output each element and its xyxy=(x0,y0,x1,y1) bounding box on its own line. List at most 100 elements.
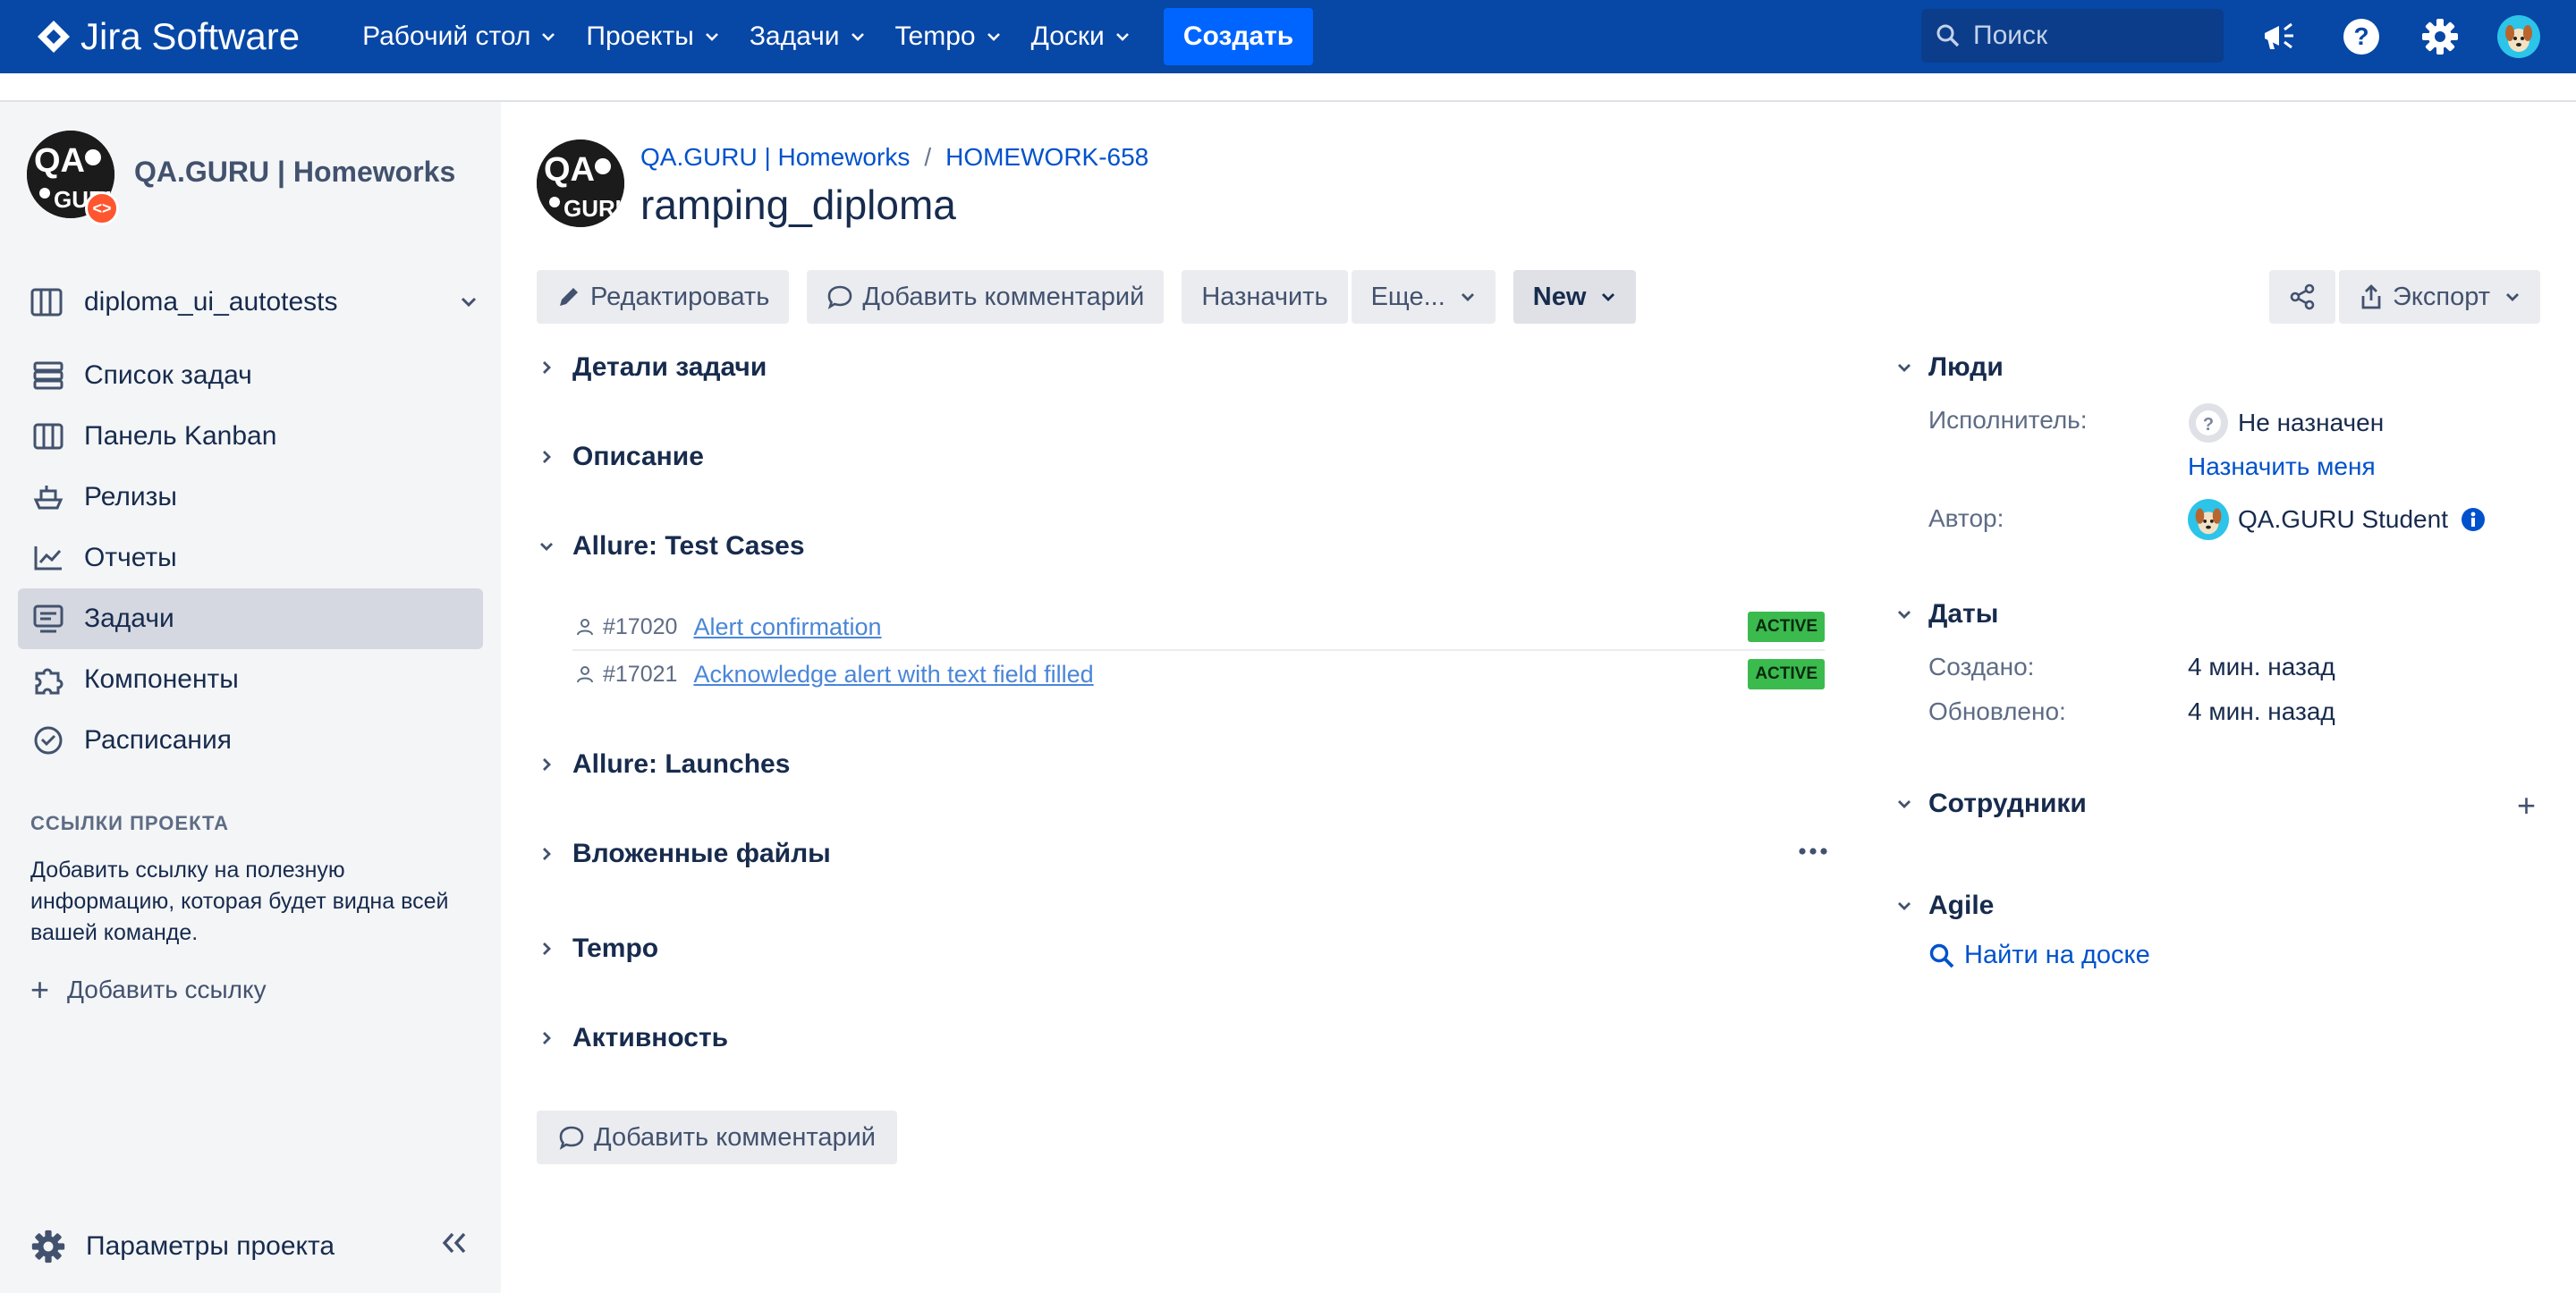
section-title: Allure: Launches xyxy=(572,749,791,779)
status-badge: ACTIVE xyxy=(1748,612,1825,642)
add-staff-plus-icon[interactable]: + xyxy=(2517,787,2536,824)
avatar xyxy=(2188,499,2229,540)
section-title: Активность xyxy=(572,1023,729,1052)
chevron-down-icon xyxy=(1898,364,1911,372)
assignee-label: Исполнитель: xyxy=(1928,406,2088,434)
chevron-down-icon xyxy=(1898,800,1911,808)
chevron-down-icon xyxy=(1115,33,1129,41)
export-button[interactable]: Экспорт xyxy=(2339,270,2540,324)
sidebar-item-issues[interactable]: Задачи xyxy=(18,588,483,649)
chevron-down-icon xyxy=(1461,293,1474,301)
add-link-label: Добавить ссылку xyxy=(67,976,267,1003)
dates-section-toggle[interactable]: Даты xyxy=(1894,599,1998,630)
test-cases-list: #17020 Alert confirmation ACTIVE #17021 … xyxy=(572,604,1825,697)
sidebar-item-kanban[interactable]: Панель Kanban xyxy=(18,406,483,467)
section-allure-test-cases-toggle[interactable]: Allure: Test Cases xyxy=(537,531,805,562)
svg-text:?: ? xyxy=(2203,415,2214,435)
project-links-heading: ССЫЛКИ ПРОЕКТА xyxy=(30,812,230,834)
top-navigation-bar: Jira Software Рабочий стол Проекты Задач… xyxy=(0,0,2576,73)
section-title: Детали задачи xyxy=(572,352,767,382)
bottom-add-comment-button[interactable]: Добавить комментарий xyxy=(537,1111,897,1164)
reporter-value[interactable]: QA.GURU Student xyxy=(2188,499,2486,540)
section-description-toggle[interactable]: Описание xyxy=(537,442,704,472)
search-box[interactable] xyxy=(1921,9,2224,63)
add-comment-button[interactable]: Добавить комментарий xyxy=(807,270,1165,324)
ship-icon xyxy=(33,486,64,510)
assign-button[interactable]: Назначить xyxy=(1182,270,1348,324)
jira-logo[interactable]: Jira Software xyxy=(36,15,300,58)
breadcrumb-issue-key-link[interactable]: HOMEWORK-658 xyxy=(945,143,1148,172)
nav-boards[interactable]: Доски xyxy=(1031,21,1130,52)
add-link-button[interactable]: + Добавить ссылку xyxy=(30,971,267,1009)
section-attachments-toggle[interactable]: Вложенные файлы xyxy=(537,839,831,869)
chevron-down-icon xyxy=(1602,293,1615,301)
breadcrumb: QA.GURU | Homeworks / HOMEWORK-658 xyxy=(640,143,1148,172)
logo-text: Jira Software xyxy=(80,15,301,57)
chevron-down-icon xyxy=(1898,611,1911,619)
board-icon xyxy=(33,423,64,450)
agile-section-toggle[interactable]: Agile xyxy=(1894,891,1994,921)
section-activity-toggle[interactable]: Активность xyxy=(537,1023,728,1053)
assignee-value[interactable]: ? Не назначен xyxy=(2188,402,2384,444)
board-icon xyxy=(30,288,63,317)
collapse-sidebar-button[interactable] xyxy=(440,1230,469,1263)
svg-text:QA: QA xyxy=(34,142,85,180)
sidebar-item-backlog[interactable]: Список задач xyxy=(18,345,483,406)
svg-text:QA: QA xyxy=(544,151,595,189)
create-button[interactable]: Создать xyxy=(1163,8,1314,65)
section-title: Tempo xyxy=(572,934,659,963)
sidebar-item-schedules[interactable]: Расписания xyxy=(18,710,483,771)
section-tempo-toggle[interactable]: Tempo xyxy=(537,934,658,964)
user-avatar[interactable] xyxy=(2497,15,2540,58)
attachments-more-icon[interactable] xyxy=(1798,844,1828,860)
find-on-board-link[interactable]: Найти на доске xyxy=(1928,941,2150,970)
board-selector[interactable]: diploma_ui_autotests xyxy=(30,281,478,324)
sidebar-item-releases[interactable]: Релизы xyxy=(18,467,483,528)
issue-summary[interactable]: ramping_diploma xyxy=(640,181,956,229)
project-name: QA.GURU | Homeworks xyxy=(134,156,456,188)
test-case-id: #17021 xyxy=(603,661,678,687)
updated-value: 4 мин. назад xyxy=(2188,697,2335,725)
edit-label: Редактировать xyxy=(590,282,770,311)
test-case-link[interactable]: Acknowledge alert with text field filled xyxy=(693,661,1093,689)
assign-to-me-link[interactable]: Назначить меня xyxy=(2188,452,2376,481)
double-chevron-left-icon xyxy=(442,1232,466,1254)
assign-label: Назначить xyxy=(1201,282,1328,311)
jira-diamond-icon xyxy=(38,21,70,53)
share-button[interactable] xyxy=(2269,270,2336,324)
info-icon[interactable] xyxy=(2461,507,2486,532)
nav-tempo[interactable]: Tempo xyxy=(895,21,1001,52)
nav-projects[interactable]: Проекты xyxy=(586,21,718,52)
notifications-megaphone-icon[interactable] xyxy=(2258,15,2301,58)
people-section-toggle[interactable]: Люди xyxy=(1894,352,2004,383)
chevron-right-icon xyxy=(543,942,551,955)
section-title: Сотрудники xyxy=(1928,789,2087,818)
sidebar-item-reports[interactable]: Отчеты xyxy=(18,528,483,588)
staff-section-toggle[interactable]: Сотрудники xyxy=(1894,789,2087,819)
sidebar-item-label: Расписания xyxy=(84,725,232,755)
help-icon[interactable]: ? xyxy=(2340,15,2383,58)
test-case-link[interactable]: Alert confirmation xyxy=(693,613,881,641)
search-input[interactable] xyxy=(1973,21,2206,51)
breadcrumb-project-link[interactable]: QA.GURU | Homeworks xyxy=(640,143,910,172)
gear-icon xyxy=(31,1230,65,1263)
project-sidebar: QAGURU <> QA.GURU | Homeworks diploma_ui… xyxy=(0,102,501,1293)
chevron-down-icon xyxy=(542,33,555,41)
topbar-divider xyxy=(0,73,2576,102)
share-icon xyxy=(2290,283,2315,310)
nav-issues[interactable]: Задачи xyxy=(750,21,865,52)
nav-dashboard[interactable]: Рабочий стол xyxy=(362,21,555,52)
edit-button[interactable]: Редактировать xyxy=(537,270,790,324)
settings-gear-icon[interactable] xyxy=(2419,15,2462,58)
project-settings-button[interactable]: Параметры проекта xyxy=(30,1229,335,1264)
chevron-down-icon xyxy=(851,33,864,41)
section-details-toggle[interactable]: Детали задачи xyxy=(537,352,767,383)
sidebar-item-components[interactable]: Компоненты xyxy=(18,649,483,710)
svg-text:GURU: GURU xyxy=(564,195,624,222)
section-allure-launches-toggle[interactable]: Allure: Launches xyxy=(537,749,790,780)
status-workflow-button[interactable]: New xyxy=(1513,270,1637,324)
sidebar-item-label: Релизы xyxy=(84,482,177,511)
pencil-icon xyxy=(560,288,578,306)
nav-label: Tempo xyxy=(894,21,976,51)
more-actions-button[interactable]: Еще... xyxy=(1351,270,1496,324)
